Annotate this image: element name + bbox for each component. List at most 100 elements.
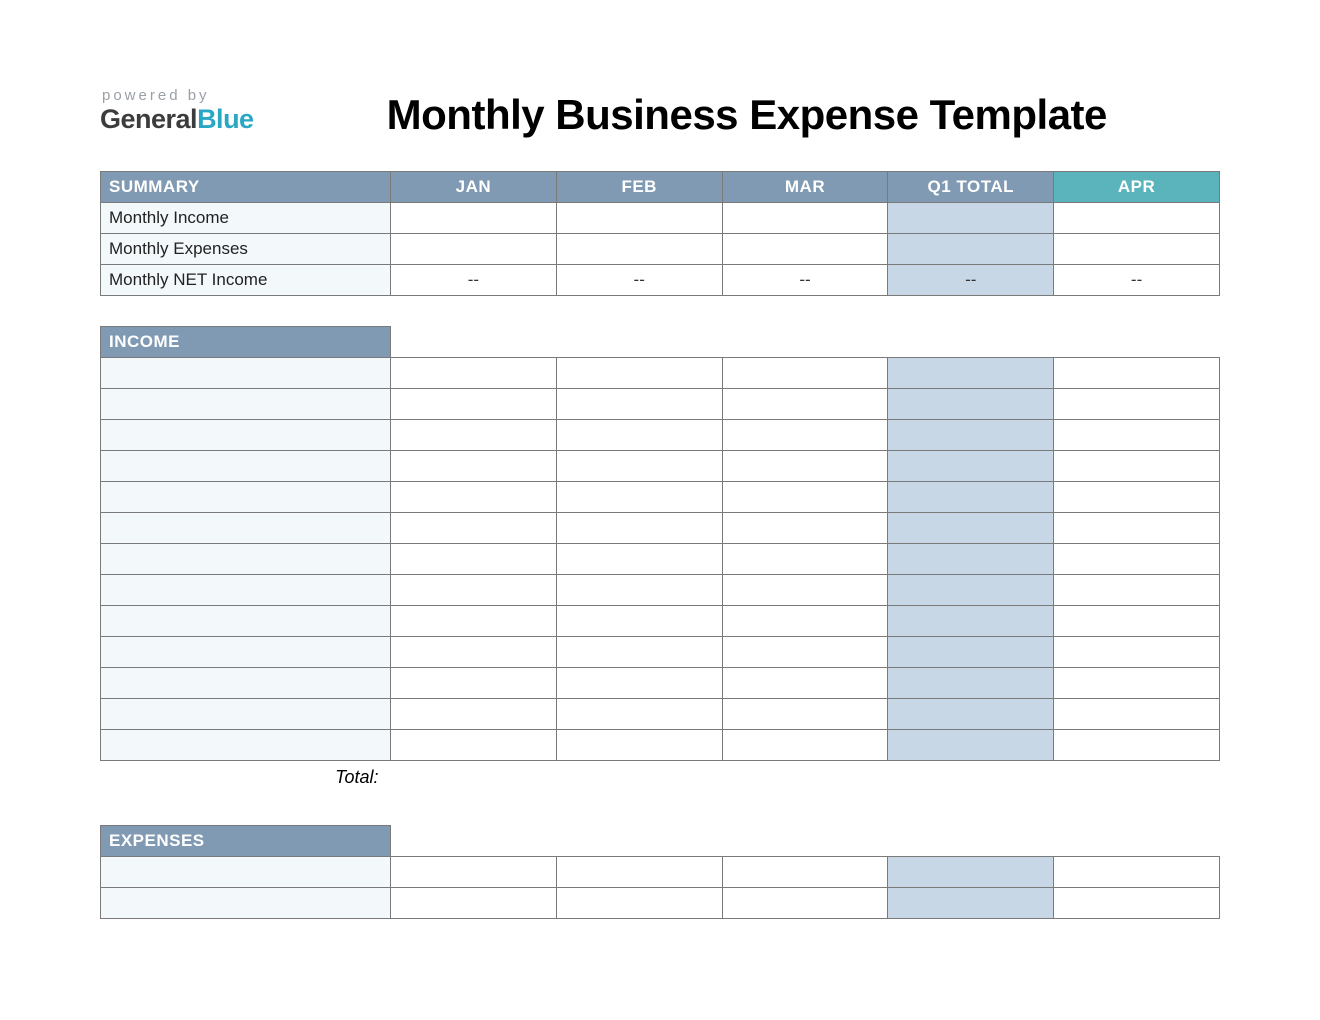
- cell[interactable]: [556, 887, 722, 918]
- income-table: INCOME Total:: [100, 326, 1220, 795]
- cell[interactable]: [722, 668, 888, 699]
- cell[interactable]: [556, 513, 722, 544]
- cell[interactable]: [722, 637, 888, 668]
- row-label[interactable]: [101, 544, 391, 575]
- cell[interactable]: [391, 606, 557, 637]
- row-label[interactable]: [101, 358, 391, 389]
- cell[interactable]: [391, 389, 557, 420]
- cell[interactable]: [722, 420, 888, 451]
- cell[interactable]: [1054, 389, 1220, 420]
- cell[interactable]: [1054, 544, 1220, 575]
- row-label[interactable]: [101, 451, 391, 482]
- cell[interactable]: [556, 482, 722, 513]
- row-label[interactable]: [101, 730, 391, 761]
- cell[interactable]: [722, 482, 888, 513]
- cell[interactable]: [1054, 668, 1220, 699]
- cell[interactable]: [391, 203, 557, 234]
- table-row: Monthly Income: [101, 203, 1220, 234]
- cell[interactable]: [722, 234, 888, 265]
- cell[interactable]: [1054, 637, 1220, 668]
- cell[interactable]: [722, 451, 888, 482]
- cell[interactable]: [556, 730, 722, 761]
- cell-total: [888, 544, 1054, 575]
- cell[interactable]: [556, 637, 722, 668]
- row-label[interactable]: [101, 420, 391, 451]
- cell[interactable]: [722, 389, 888, 420]
- powered-by-text: powered by: [102, 87, 254, 104]
- cell[interactable]: [556, 203, 722, 234]
- cell[interactable]: [1054, 420, 1220, 451]
- cell[interactable]: [556, 420, 722, 451]
- cell[interactable]: [722, 887, 888, 918]
- row-label[interactable]: [101, 668, 391, 699]
- cell[interactable]: [1054, 699, 1220, 730]
- cell[interactable]: [1054, 203, 1220, 234]
- cell[interactable]: [1054, 451, 1220, 482]
- cell[interactable]: [391, 637, 557, 668]
- cell[interactable]: [391, 451, 557, 482]
- cell[interactable]: [1054, 606, 1220, 637]
- cell[interactable]: [556, 575, 722, 606]
- brand-name: GeneralBlue: [100, 104, 254, 135]
- cell[interactable]: [391, 544, 557, 575]
- cell[interactable]: [722, 513, 888, 544]
- cell[interactable]: [556, 234, 722, 265]
- cell[interactable]: [391, 887, 557, 918]
- cell-total: [888, 420, 1054, 451]
- brand-part1: General: [100, 104, 197, 134]
- cell[interactable]: [391, 668, 557, 699]
- cell[interactable]: [722, 730, 888, 761]
- table-row: [101, 699, 1220, 730]
- cell-total: [888, 234, 1054, 265]
- cell[interactable]: [722, 544, 888, 575]
- row-label[interactable]: [101, 482, 391, 513]
- cell[interactable]: [722, 358, 888, 389]
- cell[interactable]: [391, 358, 557, 389]
- row-label[interactable]: [101, 606, 391, 637]
- document-header: powered by GeneralBlue Monthly Business …: [100, 85, 1220, 139]
- cell[interactable]: [556, 606, 722, 637]
- row-label[interactable]: [101, 389, 391, 420]
- cell[interactable]: [391, 420, 557, 451]
- cell[interactable]: [556, 389, 722, 420]
- cell[interactable]: [1054, 856, 1220, 887]
- cell[interactable]: [391, 856, 557, 887]
- cell[interactable]: [391, 513, 557, 544]
- brand-logo: powered by GeneralBlue: [100, 85, 254, 135]
- cell[interactable]: [722, 699, 888, 730]
- cell[interactable]: [391, 575, 557, 606]
- cell-total: [888, 637, 1054, 668]
- cell[interactable]: [722, 856, 888, 887]
- cell[interactable]: [1054, 730, 1220, 761]
- cell[interactable]: [556, 544, 722, 575]
- row-label[interactable]: [101, 699, 391, 730]
- row-label[interactable]: [101, 575, 391, 606]
- cell[interactable]: [1054, 887, 1220, 918]
- cell[interactable]: [556, 358, 722, 389]
- income-header-row: INCOME: [101, 327, 1220, 358]
- cell[interactable]: [1054, 513, 1220, 544]
- cell: --: [1054, 265, 1220, 296]
- cell[interactable]: [1054, 575, 1220, 606]
- cell[interactable]: [1054, 482, 1220, 513]
- cell-total: [888, 856, 1054, 887]
- table-row: Monthly Expenses: [101, 234, 1220, 265]
- cell[interactable]: [391, 234, 557, 265]
- cell[interactable]: [556, 699, 722, 730]
- row-label[interactable]: [101, 856, 391, 887]
- row-label[interactable]: [101, 637, 391, 668]
- cell[interactable]: [391, 699, 557, 730]
- table-row: [101, 358, 1220, 389]
- cell[interactable]: [391, 482, 557, 513]
- cell[interactable]: [556, 856, 722, 887]
- cell[interactable]: [722, 606, 888, 637]
- cell[interactable]: [1054, 234, 1220, 265]
- row-label[interactable]: [101, 513, 391, 544]
- row-label[interactable]: [101, 887, 391, 918]
- cell[interactable]: [556, 668, 722, 699]
- cell[interactable]: [722, 575, 888, 606]
- cell[interactable]: [722, 203, 888, 234]
- cell[interactable]: [391, 730, 557, 761]
- cell[interactable]: [556, 451, 722, 482]
- cell[interactable]: [1054, 358, 1220, 389]
